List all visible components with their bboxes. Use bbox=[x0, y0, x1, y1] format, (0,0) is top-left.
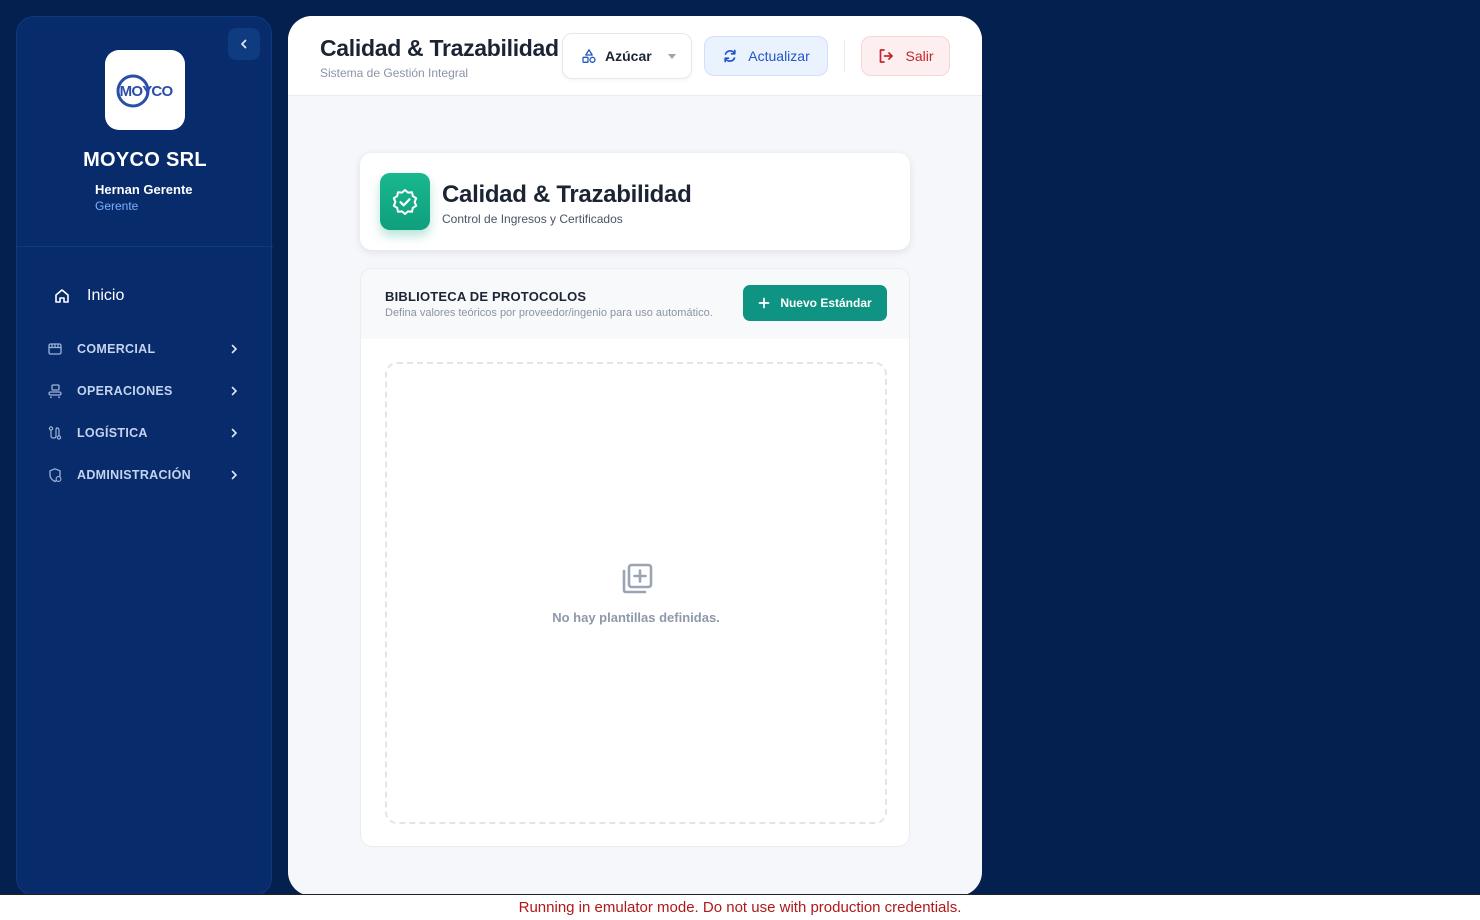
sidebar-item-comercial[interactable]: COMERCIAL bbox=[47, 338, 239, 360]
sidebar: MOYCO MOYCO SRL Hernan Gerente Gerente I… bbox=[16, 16, 273, 896]
empty-state: No hay plantillas definidas. bbox=[385, 362, 887, 824]
sidebar-item-label: COMERCIAL bbox=[77, 342, 156, 356]
protocol-library-card: BIBLIOTECA DE PROTOCOLOS Defina valores … bbox=[360, 268, 910, 847]
company-name: MOYCO SRL bbox=[83, 149, 207, 171]
sidebar-item-label: LOGÍSTICA bbox=[77, 426, 148, 440]
product-select[interactable]: Azúcar bbox=[562, 33, 692, 79]
sidebar-divider bbox=[17, 246, 273, 247]
store-icon bbox=[48, 343, 62, 355]
chevron-right-icon bbox=[231, 386, 238, 396]
logo-text: MOYCO bbox=[120, 83, 174, 100]
main-panel: Calidad & Trazabilidad Sistema de Gestió… bbox=[288, 16, 982, 896]
chevron-right-icon bbox=[231, 428, 238, 438]
sidebar-item-label: OPERACIONES bbox=[77, 384, 173, 398]
plus-icon bbox=[758, 297, 770, 309]
module-icon bbox=[380, 173, 430, 230]
library-title: BIBLIOTECA DE PROTOCOLOS bbox=[385, 289, 587, 304]
sidebar-item-label: ADMINISTRACIÓN bbox=[77, 468, 191, 482]
module-header-card: Calidad & Trazabilidad Control de Ingres… bbox=[360, 153, 910, 250]
product-select-value: Azúcar bbox=[605, 48, 652, 64]
sidebar-item-inicio[interactable]: Inicio bbox=[53, 283, 124, 309]
sidebar-item-label: Inicio bbox=[87, 287, 125, 304]
top-bar: Calidad & Trazabilidad Sistema de Gestió… bbox=[288, 16, 982, 96]
new-standard-button-label: Nuevo Estándar bbox=[780, 296, 872, 310]
page-subtitle: Sistema de Gestión Integral bbox=[320, 66, 469, 80]
empty-state-text: No hay plantillas definidas. bbox=[552, 610, 720, 625]
library-subtitle: Defina valores teóricos por proveedor/in… bbox=[385, 307, 713, 319]
sidebar-item-administracion[interactable]: ADMINISTRACIÓN bbox=[47, 464, 239, 486]
chevron-right-icon bbox=[231, 344, 238, 354]
module-title: Calidad & Trazabilidad bbox=[442, 181, 692, 208]
toolbar-divider bbox=[844, 40, 845, 72]
user-name: Hernan Gerente bbox=[95, 182, 193, 197]
collapse-sidebar-button[interactable] bbox=[228, 28, 260, 60]
emulator-warning-banner: Running in emulator mode. Do not use wit… bbox=[0, 894, 1480, 920]
caret-down-icon bbox=[667, 53, 676, 59]
logout-icon bbox=[880, 49, 894, 63]
sidebar-item-operaciones[interactable]: OPERACIONES bbox=[47, 380, 239, 402]
refresh-button-label: Actualizar bbox=[748, 48, 810, 64]
home-icon bbox=[55, 289, 69, 303]
add-library-icon bbox=[622, 563, 653, 594]
refresh-button[interactable]: Actualizar bbox=[704, 36, 828, 76]
logout-button-label: Salir bbox=[905, 48, 934, 64]
company-logo: MOYCO bbox=[105, 50, 185, 130]
shapes-icon bbox=[582, 49, 596, 63]
shield-gear-icon bbox=[49, 468, 62, 483]
sidebar-item-logistica[interactable]: LOGÍSTICA bbox=[47, 422, 239, 444]
route-icon bbox=[48, 426, 62, 440]
logout-button[interactable]: Salir bbox=[861, 36, 950, 76]
library-header: BIBLIOTECA DE PROTOCOLOS Defina valores … bbox=[361, 269, 909, 339]
chevron-right-icon bbox=[231, 470, 238, 480]
moyco-logo-icon: MOYCO bbox=[116, 74, 174, 108]
chevron-left-icon bbox=[241, 39, 247, 49]
conveyor-icon bbox=[48, 384, 62, 399]
user-role: Gerente bbox=[95, 199, 139, 213]
module-subtitle: Control de Ingresos y Certificados bbox=[442, 212, 623, 226]
refresh-icon bbox=[724, 49, 736, 63]
new-standard-button[interactable]: Nuevo Estándar bbox=[743, 285, 887, 321]
page-title: Calidad & Trazabilidad bbox=[320, 35, 559, 61]
verified-badge-icon bbox=[392, 188, 418, 215]
